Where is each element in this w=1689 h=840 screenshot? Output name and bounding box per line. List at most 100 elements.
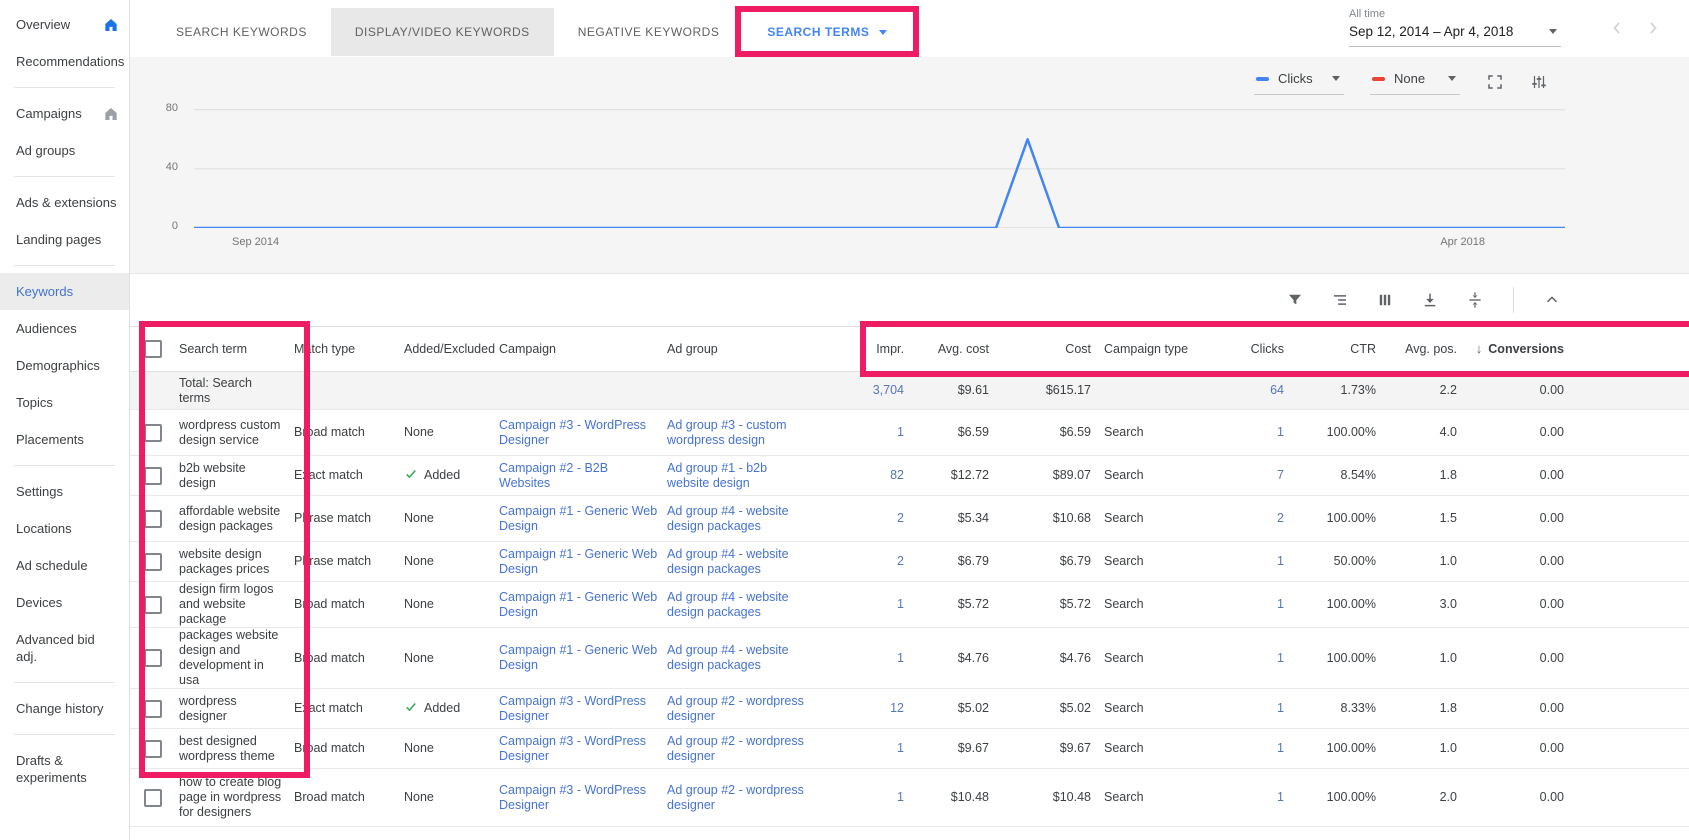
- chevron-right-icon[interactable]: [1643, 18, 1663, 38]
- sidebar-item-devices[interactable]: Devices: [0, 584, 129, 621]
- chart-settings-icon[interactable]: [1530, 73, 1548, 91]
- fullscreen-icon[interactable]: [1486, 73, 1504, 91]
- sidebar-item-ad-schedule[interactable]: Ad schedule: [0, 547, 129, 584]
- sidebar-item-ad-groups[interactable]: Ad groups: [0, 132, 129, 169]
- column-header-match[interactable]: Match type: [294, 342, 404, 357]
- column-header-adgroup[interactable]: Ad group: [667, 342, 834, 357]
- segment-icon[interactable]: [1331, 291, 1349, 309]
- adgroup-link[interactable]: Ad group #2 - wordpress designer: [667, 694, 804, 723]
- row-checkbox[interactable]: [144, 596, 162, 614]
- column-header-label: Search term: [179, 342, 247, 356]
- sidebar-item-locations[interactable]: Locations: [0, 510, 129, 547]
- column-header-ctr[interactable]: CTR: [1284, 342, 1376, 357]
- cell-conv: 0.00: [1457, 468, 1564, 483]
- column-header-cb[interactable]: [144, 340, 179, 358]
- column-header-avg_cost[interactable]: Avg. cost: [904, 342, 989, 357]
- column-header-avg_pos[interactable]: Avg. pos.: [1376, 342, 1457, 357]
- cell-term: best designed wordpress theme: [179, 734, 294, 764]
- sidebar-item-demographics[interactable]: Demographics: [0, 347, 129, 384]
- sidebar-item-topics[interactable]: Topics: [0, 384, 129, 421]
- tab-search-terms[interactable]: SEARCH TERMS: [743, 8, 911, 56]
- filter-icon[interactable]: [1286, 291, 1304, 309]
- cell-clicks: 1: [1236, 790, 1284, 805]
- campaign-link[interactable]: Campaign #1 - Generic Web Design: [499, 643, 657, 672]
- sidebar-item-advanced-bid-adj[interactable]: Advanced bid adj.: [0, 621, 129, 675]
- row-checkbox[interactable]: [144, 467, 162, 485]
- tab-negative-keywords[interactable]: NEGATIVE KEYWORDS: [554, 8, 744, 56]
- column-header-term[interactable]: Search term: [179, 342, 294, 357]
- campaign-link[interactable]: Campaign #1 - Generic Web Design: [499, 547, 657, 576]
- sidebar-item-ads-extensions[interactable]: Ads & extensions: [0, 184, 129, 221]
- adgroup-link[interactable]: Ad group #4 - website design packages: [667, 643, 789, 672]
- adgroup-link[interactable]: Ad group #1 - b2b website design: [667, 461, 767, 490]
- campaign-link[interactable]: Campaign #3 - WordPress Designer: [499, 734, 646, 763]
- table-row: website design packages pricesPhrase mat…: [130, 542, 1689, 582]
- cell-term: how to create blog page in wordpress for…: [179, 775, 294, 820]
- campaign-link[interactable]: Campaign #3 - WordPress Designer: [499, 418, 646, 447]
- campaign-link[interactable]: Campaign #3 - WordPress Designer: [499, 783, 646, 812]
- tab-search-keywords[interactable]: SEARCH KEYWORDS: [152, 8, 331, 56]
- sidebar-item-overview[interactable]: Overview: [0, 6, 129, 43]
- chevron-left-icon[interactable]: [1607, 18, 1627, 38]
- row-height-icon[interactable]: [1466, 291, 1484, 309]
- added-status: None: [404, 425, 434, 439]
- column-header-cost[interactable]: Cost: [989, 342, 1091, 357]
- chevron-up-icon[interactable]: [1543, 291, 1561, 309]
- select-all-checkbox[interactable]: [144, 340, 162, 358]
- app-root: OverviewRecommendationsCampaignsAd group…: [0, 0, 1689, 840]
- date-range-picker[interactable]: All time Sep 12, 2014 – Apr 4, 2018: [1349, 8, 1561, 47]
- sidebar-item-label: Overview: [16, 17, 70, 32]
- adgroup-link[interactable]: Ad group #3 - custom wordpress design: [667, 418, 787, 447]
- sidebar-item-landing-pages[interactable]: Landing pages: [0, 221, 129, 258]
- column-header-clicks[interactable]: Clicks: [1236, 342, 1284, 357]
- adgroup-link[interactable]: Ad group #4 - website design packages: [667, 547, 789, 576]
- sidebar-item-campaigns[interactable]: Campaigns: [0, 95, 129, 132]
- row-checkbox[interactable]: [144, 789, 162, 807]
- total-avg_cost: $9.61: [904, 383, 989, 398]
- row-checkbox[interactable]: [144, 700, 162, 718]
- column-header-conv[interactable]: ↓Conversions: [1457, 341, 1564, 357]
- sidebar-item-placements[interactable]: Placements: [0, 421, 129, 458]
- row-checkbox[interactable]: [144, 553, 162, 571]
- column-header-campaign[interactable]: Campaign: [499, 342, 667, 357]
- cell-conv: 0.00: [1457, 425, 1564, 440]
- cell-ctr: 8.33%: [1284, 701, 1376, 716]
- cell-ctype: Search: [1091, 651, 1236, 666]
- adgroup-link[interactable]: Ad group #4 - website design packages: [667, 590, 789, 619]
- sidebar-item-label: Keywords: [16, 284, 73, 299]
- campaign-link[interactable]: Campaign #2 - B2B Websites: [499, 461, 608, 490]
- columns-icon[interactable]: [1376, 291, 1394, 309]
- sidebar-item-recommendations[interactable]: Recommendations: [0, 43, 129, 80]
- chart-metric-picker-clicks[interactable]: Clicks: [1254, 69, 1344, 95]
- adgroup-link[interactable]: Ad group #2 - wordpress designer: [667, 734, 804, 763]
- cell-avg_pos: 1.8: [1376, 468, 1457, 483]
- campaign-link[interactable]: Campaign #1 - Generic Web Design: [499, 504, 657, 533]
- column-header-ctype[interactable]: Campaign type: [1091, 342, 1236, 357]
- sidebar-item-audiences[interactable]: Audiences: [0, 310, 129, 347]
- cell-impr: 1: [834, 597, 904, 612]
- cell-avg_pos: 1.0: [1376, 651, 1457, 666]
- row-checkbox[interactable]: [144, 740, 162, 758]
- cell-conv: 0.00: [1457, 597, 1564, 612]
- tab-display-video-keywords[interactable]: DISPLAY/VIDEO KEYWORDS: [331, 8, 554, 56]
- download-icon[interactable]: [1421, 291, 1439, 309]
- column-header-added[interactable]: Added/Excluded: [404, 342, 499, 357]
- cell-ctype: Search: [1091, 554, 1236, 569]
- campaign-link[interactable]: Campaign #3 - WordPress Designer: [499, 694, 646, 723]
- row-checkbox[interactable]: [144, 510, 162, 528]
- row-checkbox[interactable]: [144, 649, 162, 667]
- row-checkbox[interactable]: [144, 424, 162, 442]
- cell-adgroup: Ad group #4 - website design packages: [667, 547, 834, 577]
- chart-metric-picker-none[interactable]: None: [1370, 69, 1460, 95]
- sidebar-item-drafts-experiments[interactable]: Drafts & experiments: [0, 742, 129, 796]
- sidebar-item-settings[interactable]: Settings: [0, 473, 129, 510]
- adgroup-link[interactable]: Ad group #4 - website design packages: [667, 504, 789, 533]
- campaign-link[interactable]: Campaign #1 - Generic Web Design: [499, 590, 657, 619]
- sidebar-item-keywords[interactable]: Keywords: [0, 273, 129, 310]
- column-header-impr[interactable]: Impr.: [834, 342, 904, 357]
- total-term: Total: Search terms: [179, 376, 294, 406]
- date-range-control[interactable]: Sep 12, 2014 – Apr 4, 2018: [1349, 22, 1561, 47]
- sidebar-divider: [14, 265, 115, 266]
- sidebar-item-change-history[interactable]: Change history: [0, 690, 129, 727]
- adgroup-link[interactable]: Ad group #2 - wordpress designer: [667, 783, 804, 812]
